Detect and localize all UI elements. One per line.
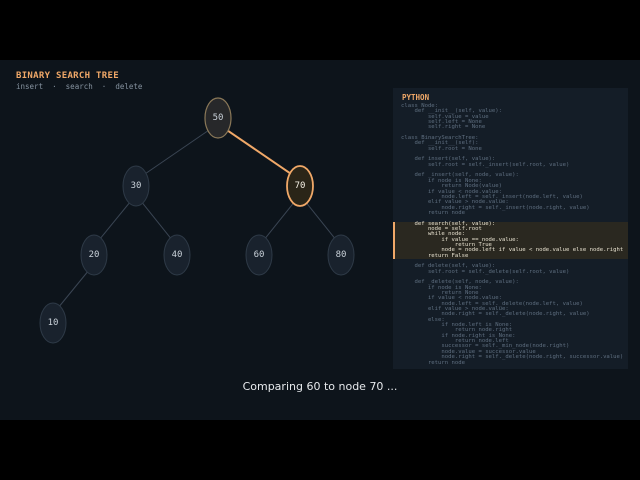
tree-node-label: 70 bbox=[295, 181, 306, 191]
tree-node-20: 20 bbox=[80, 234, 108, 276]
tree-edge-n70-n60 bbox=[265, 202, 294, 239]
visualization-stage: BINARY SEARCH TREE insert · search · del… bbox=[0, 60, 640, 420]
tree-edge-n30-n40 bbox=[142, 202, 171, 239]
tree-node-label: 40 bbox=[172, 250, 183, 260]
tree-node-label: 20 bbox=[89, 250, 100, 260]
tree-node-label: 50 bbox=[213, 113, 224, 123]
tree-edge-n20-n10 bbox=[59, 271, 88, 307]
tree-node-70: 70 bbox=[286, 165, 314, 207]
tree-node-label: 60 bbox=[254, 250, 265, 260]
tree-edge-n70-n80 bbox=[306, 202, 335, 239]
tree-node-label: 80 bbox=[336, 250, 347, 260]
tree-node-60: 60 bbox=[245, 234, 273, 276]
tree-node-80: 80 bbox=[327, 234, 355, 276]
tree-edge-n50-n70 bbox=[227, 129, 291, 175]
status-caption: Comparing 60 to node 70 ... bbox=[242, 380, 398, 393]
tree-edge-n30-n20 bbox=[100, 202, 130, 239]
code-language-label: PYTHON bbox=[402, 93, 430, 102]
code-line: return node bbox=[401, 359, 465, 366]
tree-node-label: 10 bbox=[48, 318, 59, 328]
tree-edge-n50-n30 bbox=[145, 130, 209, 174]
tree-node-50: 50 bbox=[204, 97, 232, 139]
code-panel: PYTHON class Node: def __init__(self, va… bbox=[393, 88, 628, 369]
tree-node-10: 10 bbox=[39, 302, 67, 344]
tree-node-label: 30 bbox=[131, 181, 142, 191]
code-listing: class Node: def __init__(self, value): s… bbox=[393, 103, 628, 366]
tree-node-40: 40 bbox=[163, 234, 191, 276]
bst-tree-diagram: 50 30 70 20 40 60 80 10 bbox=[39, 97, 355, 344]
tree-node-30: 30 bbox=[122, 165, 150, 207]
